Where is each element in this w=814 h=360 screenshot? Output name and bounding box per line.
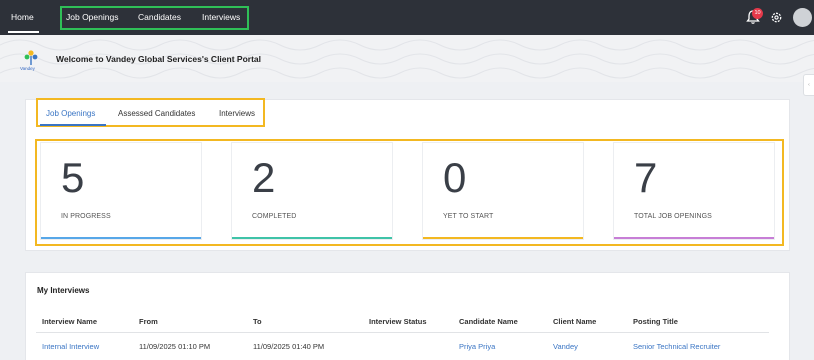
vandey-logo-icon: [24, 50, 38, 65]
nav-home-active-indicator: [8, 31, 39, 33]
tab-active-indicator: [40, 124, 106, 126]
stat-value: 7: [634, 154, 658, 201]
column-header[interactable]: Interview Name: [42, 317, 97, 326]
notification-badge: 10: [752, 8, 763, 19]
stat-value: 5: [61, 154, 85, 201]
top-nav: Home Job Openings Candidates Interviews …: [0, 0, 814, 35]
nav-candidates[interactable]: Candidates: [138, 12, 181, 22]
stat-label: YET TO START: [443, 213, 494, 220]
column-header[interactable]: Interview Status: [369, 317, 427, 326]
stat-total-job-openings[interactable]: 7 TOTAL JOB OPENINGS: [613, 142, 775, 240]
column-header[interactable]: Candidate Name: [459, 317, 518, 326]
stat-bar: [41, 237, 201, 239]
tab-interviews[interactable]: Interviews: [219, 109, 255, 118]
stat-bar: [232, 237, 392, 239]
gear-icon[interactable]: [770, 11, 783, 24]
column-header[interactable]: Posting Title: [633, 317, 678, 326]
nav-home[interactable]: Home: [11, 12, 34, 22]
stat-label: COMPLETED: [252, 213, 297, 220]
table-header-divider: [36, 332, 769, 333]
column-header[interactable]: From: [139, 317, 158, 326]
candidate-name-link[interactable]: Priya Priya: [459, 342, 495, 351]
nav-job-openings[interactable]: Job Openings: [66, 12, 118, 22]
interview-name-link[interactable]: Internal Interview: [42, 342, 99, 351]
tab-assessed-candidates[interactable]: Assessed Candidates: [118, 109, 195, 118]
stat-value: 0: [443, 154, 467, 201]
stat-value: 2: [252, 154, 276, 201]
stat-completed[interactable]: 2 COMPLETED: [231, 142, 393, 240]
column-header[interactable]: Client Name: [553, 317, 596, 326]
welcome-banner: Vandey Welcome to Vandey Global Services…: [0, 35, 814, 82]
my-interviews-title: My Interviews: [37, 286, 90, 295]
interview-from: 11/09/2025 01:10 PM: [139, 342, 211, 351]
stat-label: IN PROGRESS: [61, 213, 111, 220]
posting-title-link[interactable]: Senior Technical Recruiter: [633, 342, 720, 351]
client-name-link[interactable]: Vandey: [553, 342, 578, 351]
stat-bar: [614, 237, 774, 239]
nav-interviews[interactable]: Interviews: [202, 12, 240, 22]
stat-yet-to-start[interactable]: 0 YET TO START: [422, 142, 584, 240]
logo-text: Vandey: [20, 66, 35, 71]
side-panel-handle[interactable]: ‹: [803, 74, 814, 96]
tab-job-openings[interactable]: Job Openings: [46, 109, 95, 118]
welcome-message: Welcome to Vandey Global Services's Clie…: [56, 54, 261, 64]
user-avatar[interactable]: [793, 8, 812, 27]
column-header[interactable]: To: [253, 317, 262, 326]
interview-to: 11/09/2025 01:40 PM: [253, 342, 325, 351]
stat-bar: [423, 237, 583, 239]
stat-in-progress[interactable]: 5 IN PROGRESS: [40, 142, 202, 240]
stat-label: TOTAL JOB OPENINGS: [634, 213, 712, 220]
